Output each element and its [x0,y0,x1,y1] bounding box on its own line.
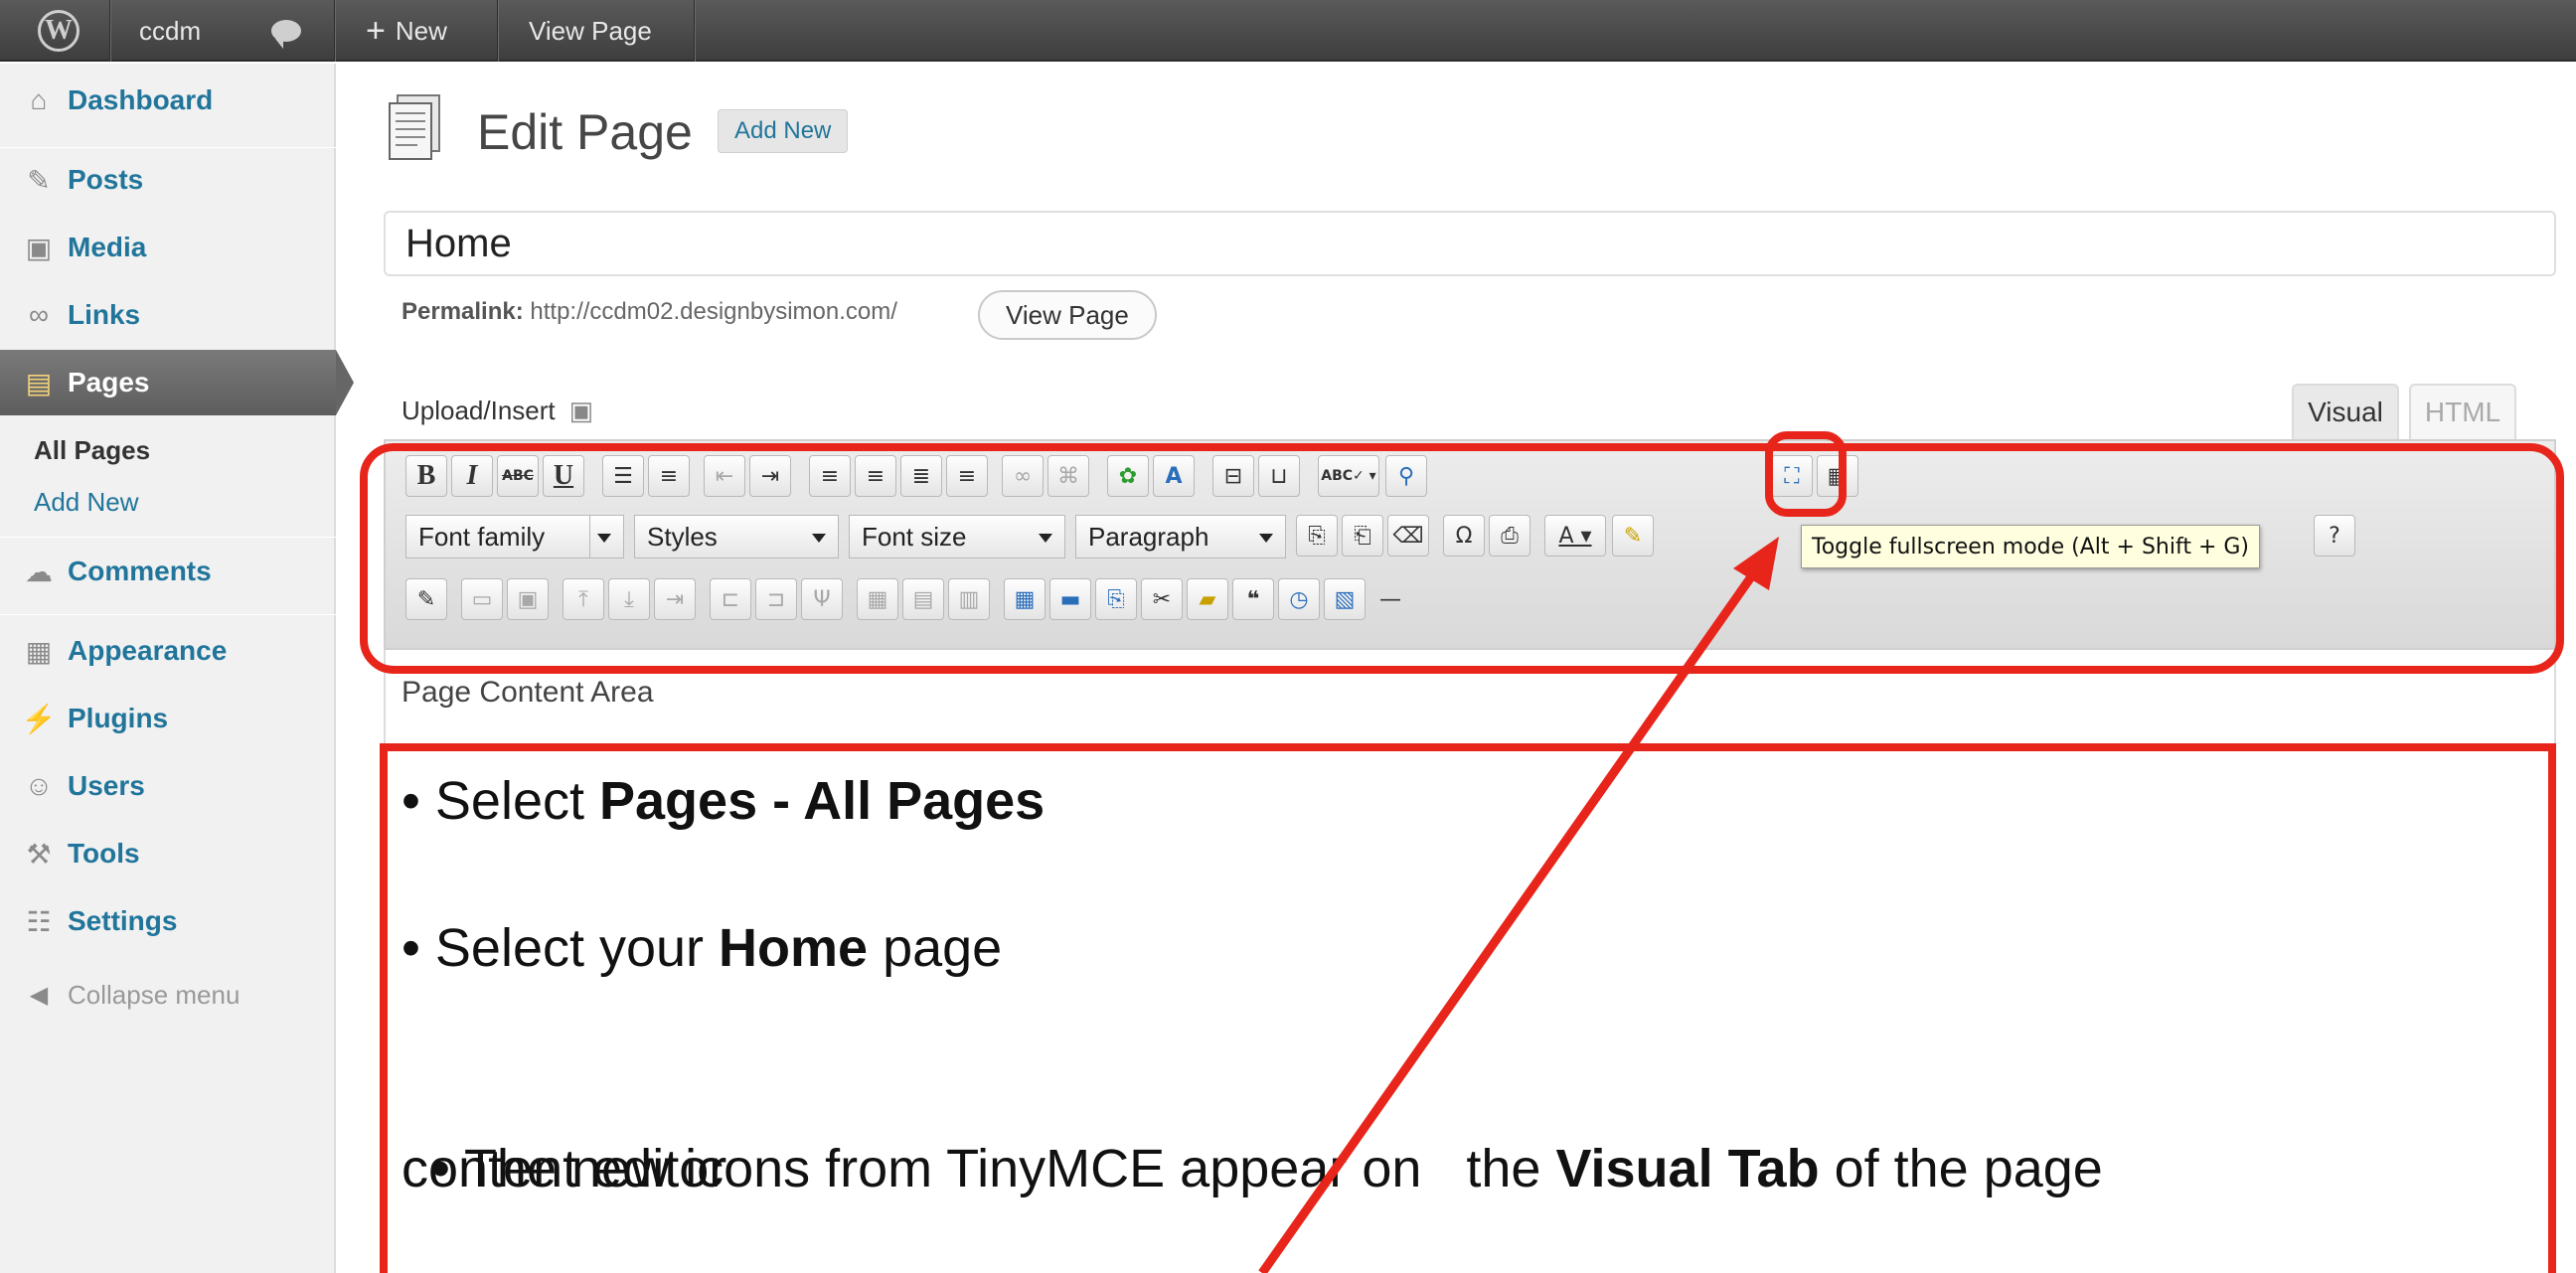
tab-html[interactable]: HTML [2409,384,2516,439]
plus-icon: + [366,11,386,50]
submenu-add-new[interactable]: Add New [34,487,139,518]
media-upload-icon[interactable]: ▣ [569,396,594,426]
tools-icon: ⚒ [26,838,52,870]
site-name-link[interactable]: ccdm [139,0,201,62]
sidebar-item-tools[interactable]: ⚒ Tools [0,831,336,876]
admin-bar: W ccdm + New View Page [0,0,2576,62]
permalink-url[interactable]: http://ccdm02.designbysimon.com/ [530,298,897,325]
plug-icon: ⚡ [21,703,57,734]
view-page-button[interactable]: View Page [978,290,1157,340]
sidebar-item-posts[interactable]: ✎ Posts [0,157,336,203]
media-icon: ▣ [25,232,53,263]
post-title-input[interactable]: Home [384,211,2556,276]
active-pointer-arrow [336,350,354,415]
add-new-button[interactable]: Add New [718,109,849,153]
permalink-label: Permalink: [402,298,524,325]
comment-bubble-icon[interactable] [264,0,308,62]
link-icon: ∞ [29,299,49,330]
sidebar-item-links[interactable]: ∞ Links [0,292,336,338]
wordpress-logo-icon[interactable]: W [30,0,87,62]
settings-icon: ☷ [26,905,52,937]
users-icon: ☺ [24,770,54,801]
sidebar-item-media[interactable]: ▣ Media [0,225,336,270]
pages-icon: ▤ [25,367,53,398]
collapse-arrow-icon: ◀ [29,981,49,1009]
sidebar-item-pages[interactable]: ▤ Pages [0,360,336,405]
sidebar-item-dashboard[interactable]: ⌂ Dashboard [0,78,336,123]
submenu-all-pages[interactable]: All Pages [34,435,150,466]
tab-visual[interactable]: Visual [2292,384,2399,439]
edit-page-icon [384,93,445,163]
view-page-link[interactable]: View Page [529,0,652,62]
upload-insert[interactable]: Upload/Insert ▣ [402,396,593,426]
collapse-menu-button[interactable]: ◀ Collapse menu [0,972,336,1018]
sidebar-item-plugins[interactable]: ⚡ Plugins [0,696,336,741]
house-icon: ⌂ [30,84,48,115]
new-content-link[interactable]: + New [366,0,447,62]
sidebar-item-users[interactable]: ☺ Users [0,763,336,809]
comment-icon: ☁ [25,556,53,587]
instructions-annotation-box [380,743,2556,1273]
toolbar-annotation-box [360,443,2564,674]
pushpin-icon: ✎ [27,164,51,196]
upload-insert-label: Upload/Insert [402,396,556,425]
fullscreen-annotation-circle [1765,431,1847,517]
new-label: New [395,15,447,46]
appearance-icon: ▦ [25,635,53,667]
sidebar-item-appearance[interactable]: ▦ Appearance [0,628,336,674]
content-area-label: Page Content Area [402,676,654,709]
permalink: Permalink: http://ccdm02.designbysimon.c… [402,298,897,326]
sidebar-item-settings[interactable]: ☷ Settings [0,898,336,944]
sidebar-item-comments[interactable]: ☁ Comments [0,549,336,594]
page-title: Edit Page [477,104,693,160]
